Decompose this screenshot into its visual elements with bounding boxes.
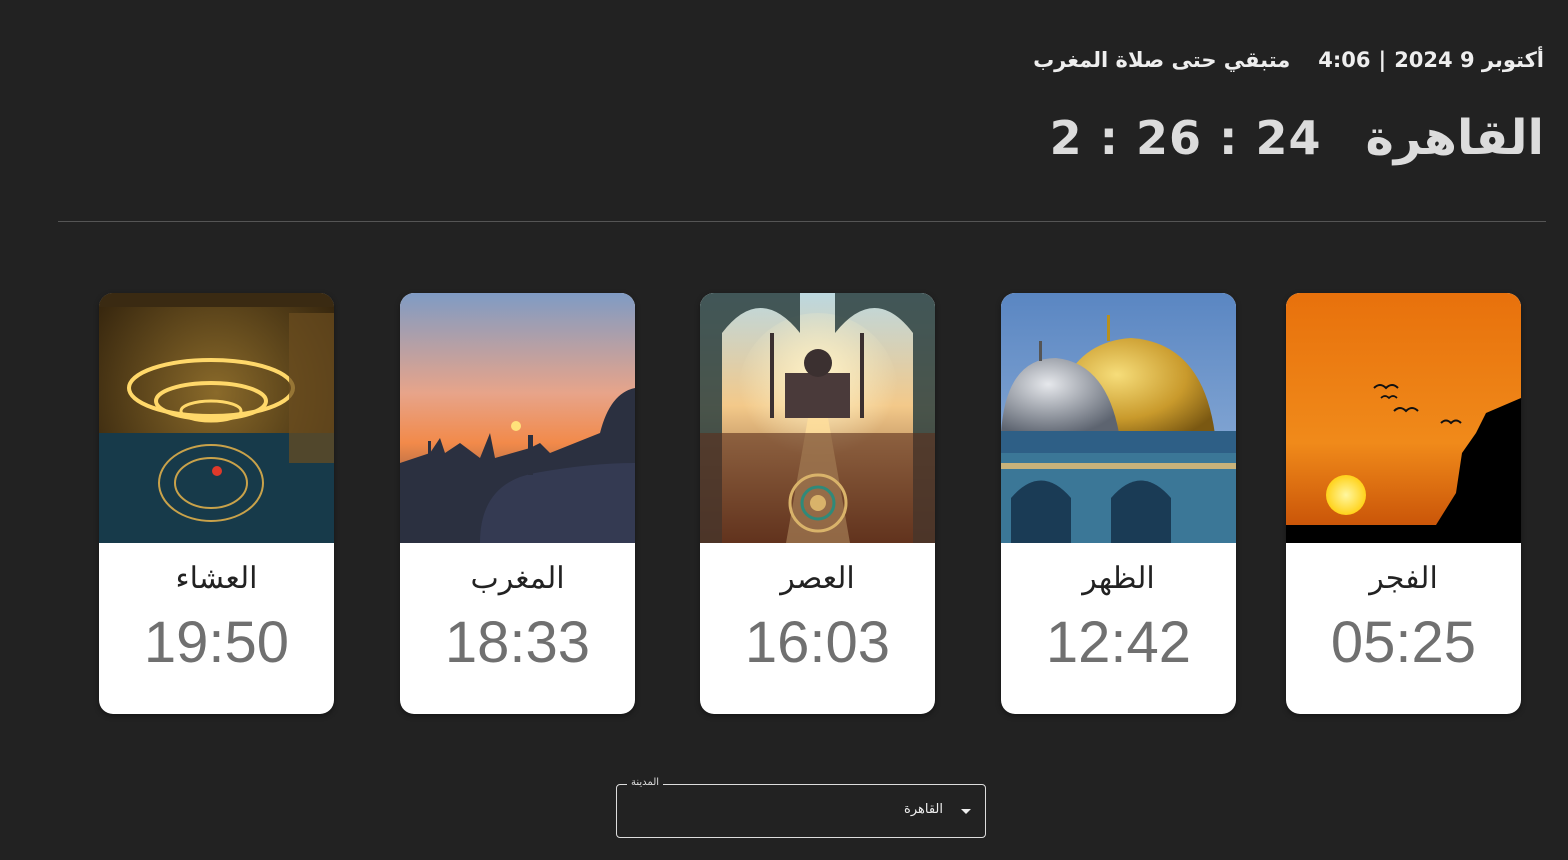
prayer-time: 12:42: [1045, 610, 1192, 675]
prayer-name: العصر: [780, 561, 855, 596]
remaining-label: متبقي حتى صلاة المغرب: [1033, 48, 1291, 72]
current-time: 4:06: [1318, 48, 1371, 72]
prayer-name: المغرب: [470, 561, 565, 596]
prayer-card-dhuhr: الظهر 12:42: [1001, 293, 1236, 714]
prayer-time: 19:50: [143, 610, 290, 675]
main-row: القاهرة 2 : 26 : 24: [1050, 110, 1544, 166]
prayer-card-fajr: الفجر 05:25: [1286, 293, 1521, 714]
header-info: أكتوبر 9 2024 | 4:06 متبقي حتى صلاة المغ…: [1033, 48, 1544, 72]
dome-of-rock-image: [1001, 293, 1236, 543]
ornate-mosque-arches-image: [700, 293, 935, 543]
prayer-time: 05:25: [1330, 610, 1477, 675]
prayer-card-asr: العصر 16:03: [700, 293, 935, 714]
header-separator: |: [1378, 48, 1387, 72]
prayer-card-maghrib: المغرب 18:33: [400, 293, 635, 714]
caret-down-icon[interactable]: [961, 809, 971, 814]
prayer-time: 18:33: [444, 610, 591, 675]
prayer-name: الفجر: [1369, 561, 1438, 596]
city-title: القاهرة: [1365, 110, 1544, 166]
city-select-value: القاهرة: [904, 802, 943, 817]
countdown-timer: 2 : 26 : 24: [1049, 111, 1322, 165]
prayer-name: العشاء: [175, 561, 258, 596]
city-select-label: المدينة: [627, 777, 664, 788]
sunset-city-skyline-image: [400, 293, 635, 543]
city-select[interactable]: المدينة القاهرة: [616, 777, 986, 838]
current-date: أكتوبر 9 2024: [1394, 48, 1544, 72]
prayer-name: الظهر: [1082, 561, 1155, 596]
sunrise-birds-image: [1286, 293, 1521, 543]
prayer-card-isha: العشاء 19:50: [99, 293, 334, 714]
header-divider: [58, 221, 1546, 222]
mosque-chandelier-interior-image: [99, 293, 334, 543]
prayer-cards: الفجر 05:25 الظهر 12:42 العصر 16:03 المغ…: [0, 293, 1568, 715]
prayer-time: 16:03: [744, 610, 891, 675]
